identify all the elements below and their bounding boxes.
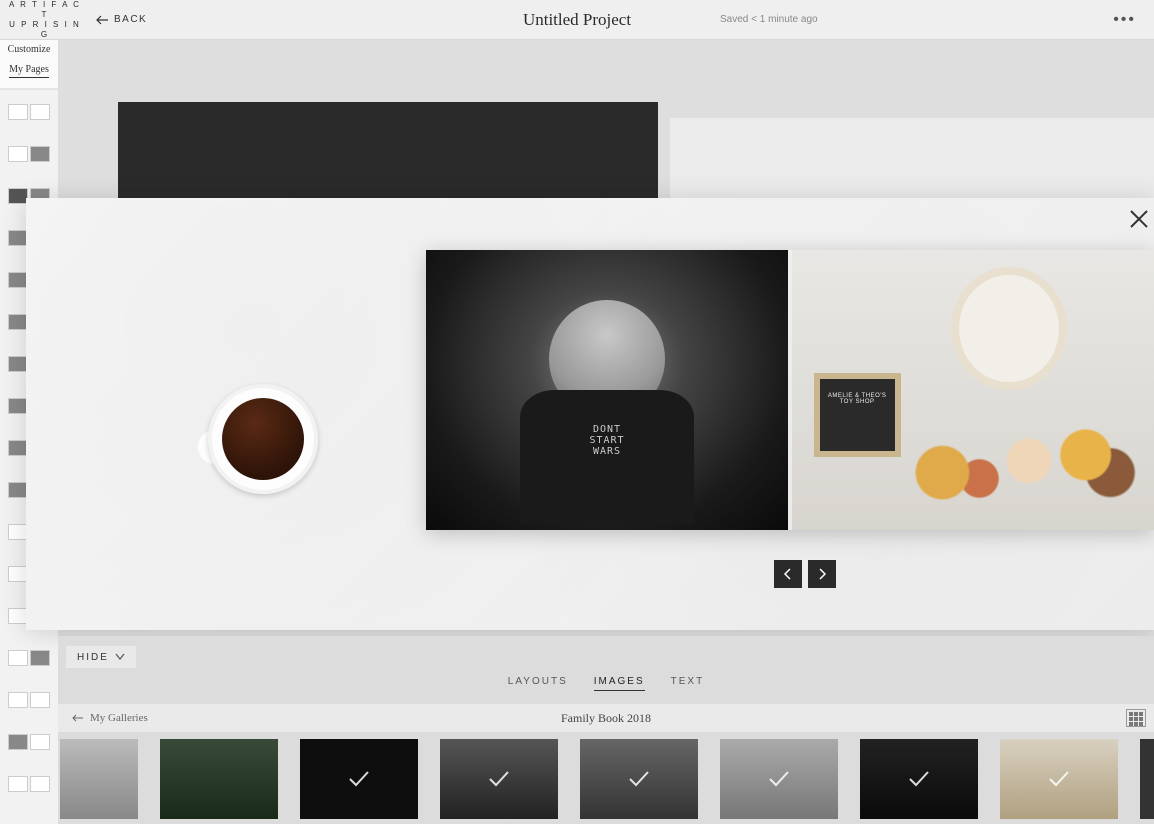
check-icon bbox=[488, 770, 510, 788]
spread-photo-right[interactable]: AMELIE & THEO'S TOY SHOP bbox=[792, 250, 1154, 530]
arrow-left-icon bbox=[96, 15, 108, 25]
project-title[interactable]: Untitled Project bbox=[523, 10, 631, 30]
tab-customize[interactable]: Customize bbox=[0, 40, 58, 57]
tab-images[interactable]: IMAGES bbox=[594, 676, 645, 691]
image-tile[interactable] bbox=[1140, 739, 1154, 819]
tab-my-pages[interactable]: My Pages bbox=[9, 60, 49, 78]
page-thumb[interactable] bbox=[8, 650, 50, 666]
toy-shelf bbox=[951, 267, 1067, 390]
hide-panel-button[interactable]: HIDE bbox=[66, 646, 136, 668]
brand-logo: A R T I F A C T U P R I S I N G bbox=[0, 0, 90, 44]
close-button[interactable] bbox=[1128, 208, 1150, 235]
prev-spread-button[interactable] bbox=[774, 560, 802, 588]
shirt-text: DONT START WARS bbox=[556, 424, 657, 457]
app-header: A R T I F A C T U P R I S I N G BACK Unt… bbox=[0, 0, 1154, 40]
chevron-left-icon bbox=[783, 567, 793, 581]
check-icon bbox=[768, 770, 790, 788]
hide-label: HIDE bbox=[77, 652, 109, 663]
back-label: BACK bbox=[114, 14, 147, 25]
tab-text[interactable]: TEXT bbox=[671, 676, 705, 691]
page-thumb[interactable] bbox=[8, 146, 50, 162]
panel-tabs: LAYOUTS IMAGES TEXT bbox=[58, 676, 1154, 691]
save-status: Saved < 1 minute ago bbox=[720, 14, 818, 25]
page-thumb[interactable] bbox=[8, 734, 50, 750]
child-shirt bbox=[520, 390, 694, 524]
my-galleries-label: My Galleries bbox=[90, 712, 148, 724]
spread-preview-modal: DONT START WARS AMELIE & THEO'S TOY SHOP bbox=[26, 198, 1154, 630]
back-button[interactable]: BACK bbox=[96, 14, 147, 25]
logo-line-1: A R T I F A C T bbox=[8, 0, 82, 20]
chevron-right-icon bbox=[817, 567, 827, 581]
letterboard-text: AMELIE & THEO'S TOY SHOP bbox=[820, 379, 895, 405]
children-with-toys bbox=[893, 390, 1139, 508]
close-icon bbox=[1128, 208, 1150, 230]
logo-line-2: U P R I S I N G bbox=[8, 20, 82, 40]
page-thumb[interactable] bbox=[8, 692, 50, 708]
spread-nav bbox=[774, 560, 836, 588]
page-thumb[interactable] bbox=[8, 776, 50, 792]
image-tile[interactable] bbox=[720, 739, 838, 819]
sidebar-tabs: Customize My Pages bbox=[0, 40, 58, 88]
check-icon bbox=[1048, 770, 1070, 788]
image-tile[interactable] bbox=[160, 739, 278, 819]
arrow-left-icon bbox=[72, 714, 84, 722]
page-thumb[interactable] bbox=[8, 104, 50, 120]
spread-photo-left[interactable]: DONT START WARS bbox=[426, 250, 788, 530]
image-tile[interactable] bbox=[440, 739, 558, 819]
gallery-name: Family Book 2018 bbox=[561, 711, 651, 726]
next-spread-button[interactable] bbox=[808, 560, 836, 588]
spread-preview: DONT START WARS AMELIE & THEO'S TOY SHOP bbox=[426, 250, 1154, 530]
image-tile[interactable] bbox=[300, 739, 418, 819]
chevron-down-icon bbox=[115, 653, 125, 661]
tab-layouts[interactable]: LAYOUTS bbox=[508, 676, 568, 691]
spread-page-right[interactable] bbox=[670, 118, 1154, 202]
spread-page-left[interactable] bbox=[118, 102, 658, 202]
more-menu-button[interactable]: ••• bbox=[1113, 11, 1136, 29]
check-icon bbox=[908, 770, 930, 788]
image-tile[interactable] bbox=[580, 739, 698, 819]
my-galleries-back[interactable]: My Galleries bbox=[72, 712, 148, 724]
image-tile[interactable] bbox=[860, 739, 978, 819]
check-icon bbox=[628, 770, 650, 788]
coffee-cup bbox=[208, 384, 318, 494]
image-tile[interactable] bbox=[1000, 739, 1118, 819]
check-icon bbox=[348, 770, 370, 788]
bottom-panel: HIDE LAYOUTS IMAGES TEXT My Galleries Fa… bbox=[58, 636, 1154, 824]
letterboard: AMELIE & THEO'S TOY SHOP bbox=[814, 373, 901, 457]
image-tile[interactable] bbox=[60, 739, 138, 819]
gallery-header: My Galleries Family Book 2018 bbox=[58, 704, 1154, 732]
grid-view-button[interactable] bbox=[1126, 709, 1146, 727]
image-strip bbox=[58, 734, 1154, 824]
